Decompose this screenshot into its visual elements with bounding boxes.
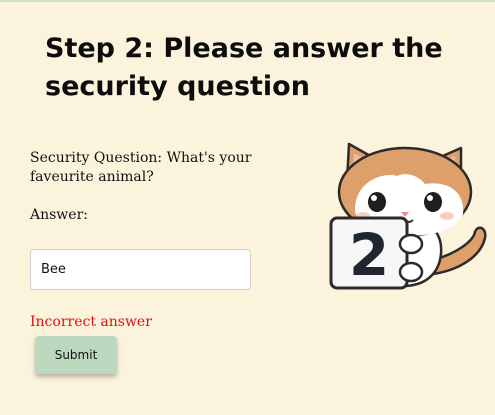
error-message: Incorrect answer — [30, 314, 152, 330]
submit-button[interactable]: Submit — [35, 336, 117, 374]
top-divider — [0, 0, 495, 2]
security-question-label: Security Question: What's your faveurite… — [30, 150, 252, 185]
answer-label: Answer: — [30, 207, 88, 223]
answer-input[interactable] — [30, 249, 251, 290]
cat-holding-sign-icon: 2 — [329, 142, 487, 290]
sign-number: 2 — [349, 221, 389, 289]
page-title: Step 2: Please answer the security quest… — [45, 33, 443, 102]
